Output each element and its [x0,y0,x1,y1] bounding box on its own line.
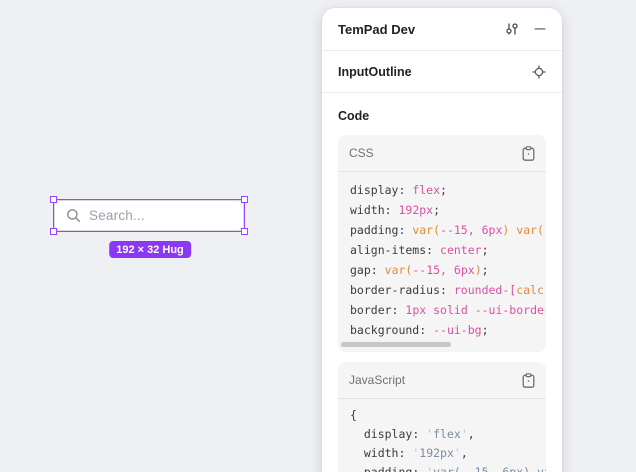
selected-search-input[interactable]: Search... [54,200,244,231]
css-code: display: flex;width: 192px;padding: var(… [338,172,546,340]
js-code-card: JavaScript { display: 'flex', width: '19… [338,362,546,472]
css-card-label: CSS [349,146,374,160]
figma-canvas: Search... 192 × 32 Hug TemPad Dev [0,0,636,472]
search-input[interactable]: Search... [54,200,244,231]
target-icon[interactable] [532,65,546,79]
panel-header: TemPad Dev [322,8,562,51]
clipboard-icon[interactable] [522,373,535,388]
css-card-header: CSS [338,135,546,172]
css-scrollbar-thumb[interactable] [341,342,451,347]
dimensions-badge: 192 × 32 Hug [109,241,191,258]
minimize-icon[interactable] [534,23,546,35]
js-card-header: JavaScript [338,362,546,399]
panel-title: TemPad Dev [338,22,415,37]
selected-component-row: InputOutline [322,51,562,93]
component-name: InputOutline [338,65,412,79]
clipboard-icon[interactable] [522,146,535,161]
js-code: { display: 'flex', width: '192px', paddi… [338,399,546,472]
js-card-label: JavaScript [349,373,405,387]
tempad-dev-panel: TemPad Dev InputOutline [322,8,562,472]
css-horizontal-scrollbar[interactable] [341,342,546,347]
magnifier-icon [66,208,81,223]
css-code-card: CSS display: flex;width: 192px;padding: … [338,135,546,352]
sliders-icon[interactable] [504,21,520,37]
code-section-label: Code [338,109,546,123]
code-section: Code CSS display: flex;width: 192px;padd… [322,109,562,472]
search-placeholder: Search... [89,208,145,223]
